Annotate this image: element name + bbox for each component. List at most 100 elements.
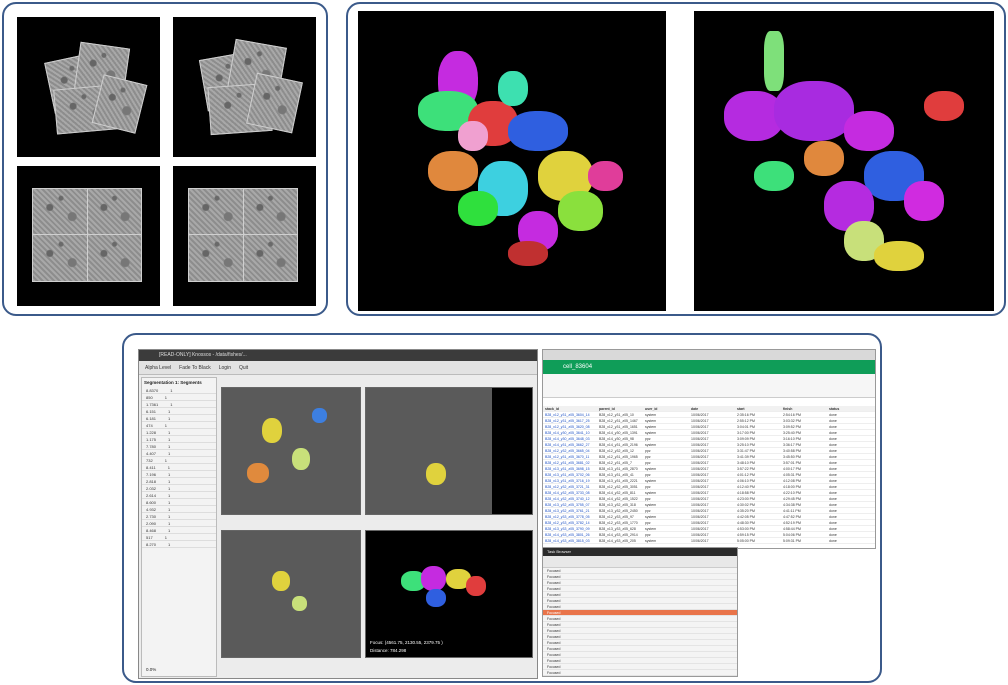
stack-link[interactable]: B28_x13_y33_z05_3790_09: [543, 526, 597, 531]
table-cell: 4:47:52 PM: [783, 515, 801, 519]
table-cell: 10/06/2017: [691, 455, 709, 459]
table-cell: done: [829, 425, 837, 429]
list-item[interactable]: 850 1: [142, 394, 216, 401]
table-cell: done: [829, 503, 837, 507]
table-cell: 4:42:05 PM: [737, 515, 755, 519]
list-item[interactable]: 8.600 1: [142, 499, 216, 506]
table-cell: 10/06/2017: [691, 449, 709, 453]
table-cell: 4:00:17 PM: [783, 467, 801, 471]
table-cell: 10/06/2017: [691, 539, 709, 543]
list-item[interactable]: 8.411 1: [142, 464, 216, 471]
dialog-row[interactable]: Focused: [543, 670, 737, 676]
view-3d[interactable]: Focus: (4561.75, 2130.55, 2379.75 ) Dist…: [365, 530, 533, 658]
table-cell: system: [645, 503, 657, 507]
mosaic-1: [17, 17, 160, 157]
table-cell: system: [645, 431, 657, 435]
alpha-level-label[interactable]: Alpha Level: [145, 361, 171, 374]
table-cell: 10/06/2017: [691, 503, 709, 507]
login-button[interactable]: Login: [219, 361, 231, 374]
stack-link[interactable]: B28_x14_y32_z05_3740_12: [543, 496, 597, 501]
table-cell: 10/06/2017: [691, 479, 709, 483]
table-cell: 10/06/2017: [691, 461, 709, 465]
stack-link[interactable]: B28_x14_y33_z05_3801_26: [543, 532, 597, 537]
dialog-title: Task Browser: [543, 548, 737, 556]
stack-link[interactable]: B28_x12_y31_z05_3617_25: [543, 418, 597, 423]
list-item[interactable]: 4.407 1: [142, 450, 216, 457]
stack-link[interactable]: B28_x13_y32_z05_3755_07: [543, 502, 597, 507]
spreadsheet-window: cell_83604 stack_id parent_id user_id da…: [542, 349, 876, 549]
view-zy[interactable]: [365, 387, 533, 515]
list-item[interactable]: 1.228 1: [142, 429, 216, 436]
table-cell: 10/06/2017: [691, 521, 709, 525]
table-cell: 4:12:40 PM: [737, 485, 755, 489]
table-cell: 4:58:44 PM: [783, 527, 801, 531]
table-cell: 3:16:10 PM: [783, 437, 801, 441]
stack-link[interactable]: B28_x12_y31_z05_3620_08: [543, 424, 597, 429]
table-cell: 10/06/2017: [691, 527, 709, 531]
table-cell: done: [829, 461, 837, 465]
stack-link[interactable]: B28_x13_y32_z05_3761_21: [543, 508, 597, 513]
stack-link[interactable]: B28_x12_y32_z05_3665_04: [543, 448, 597, 453]
list-item[interactable]: 1.175 1: [142, 436, 216, 443]
stack-link[interactable]: B28_x14_y33_z05_3815_03: [543, 538, 597, 543]
table-cell: done: [829, 521, 837, 525]
table-cell: 3:40:58 PM: [783, 449, 801, 453]
fade-black-button[interactable]: Fade To Black: [179, 361, 211, 374]
stack-link[interactable]: B28_x13_y31_z05_3702_06: [543, 472, 597, 477]
table-cell: ppz: [645, 449, 651, 453]
table-cell: B28_x14_y30_z05_1391: [599, 431, 638, 435]
stack-link[interactable]: B28_x14_y30_z05_3641_10: [543, 430, 597, 435]
stack-link[interactable]: B28_x13_y31_z05_3716_19: [543, 478, 597, 483]
stack-link[interactable]: B28_x12_y31_z05_3681_02: [543, 460, 597, 465]
table-cell: B28_x13_y31_z05_2221: [599, 479, 638, 483]
list-item[interactable]: 2.614 1: [142, 492, 216, 499]
list-item[interactable]: 1.7361 1: [142, 401, 216, 408]
table-cell: done: [829, 449, 837, 453]
stack-link[interactable]: B28_x12_y32_z05_3721_31: [543, 484, 597, 489]
view-xy[interactable]: [221, 387, 361, 515]
table-cell: 3:25:40 PM: [783, 431, 801, 435]
table-cell: B28_x14_y33_z05_2914: [599, 533, 638, 537]
mosaic-2: [173, 17, 316, 157]
list-item[interactable]: 2.730 1: [142, 513, 216, 520]
stack-link[interactable]: B28_x13_y31_z05_3698_15: [543, 466, 597, 471]
view-xz[interactable]: [221, 530, 361, 658]
list-item[interactable]: 6.181 1: [142, 415, 216, 422]
list-item[interactable]: 2.818 1: [142, 478, 216, 485]
table-cell: 4:29:45 PM: [783, 497, 801, 501]
distance-readout: Distance: 784.298: [370, 648, 407, 653]
stack-link[interactable]: B28_x14_y32_z05_3733_08: [543, 490, 597, 495]
table-cell: B28_x13_y32_z05_318: [599, 503, 636, 507]
stack-link[interactable]: B28_x12_y31_z05_3604_14: [543, 412, 597, 417]
stack-link[interactable]: B28_x12_y33_z05_3782_14: [543, 520, 597, 525]
list-item[interactable]: 2.090 1: [142, 520, 216, 527]
list-item[interactable]: 4.932 1: [142, 506, 216, 513]
table-row[interactable]: B28_x14_y33_z05_3815_03 B28_x14_y33_z05_2…: [543, 538, 875, 544]
list-item[interactable]: 2.032 1: [142, 485, 216, 492]
table-cell: B28_x14_y32_z05_1522: [599, 497, 638, 501]
table-cell: done: [829, 497, 837, 501]
table-cell: B28_x12_y32_z05_12: [599, 449, 634, 453]
list-item[interactable]: 517 1: [142, 534, 216, 541]
list-item[interactable]: 8.8370 1: [142, 387, 216, 394]
list-item[interactable]: 7.196 1: [142, 471, 216, 478]
quit-button[interactable]: Quit: [239, 361, 248, 374]
list-item[interactable]: 732 1: [142, 457, 216, 464]
reconstruction-panel: [346, 2, 1006, 316]
stack-link[interactable]: B28_x12_y31_z05_3670_11: [543, 454, 597, 459]
list-item[interactable]: 8.468 1: [142, 527, 216, 534]
table-cell: 3:41:39 PM: [737, 455, 755, 459]
stack-link[interactable]: B28_x12_y33_z05_3778_05: [543, 514, 597, 519]
stack-link[interactable]: B28_x14_y30_z05_3648_03: [543, 436, 597, 441]
table-cell: 4:01:12 PM: [737, 473, 755, 477]
table-cell: 5:09:31 PM: [783, 539, 801, 543]
stack-link[interactable]: B28_x14_y31_z05_3662_27: [543, 442, 597, 447]
table-cell: B28_x12_y31_z05_7: [599, 461, 632, 465]
list-item[interactable]: 7.780 1: [142, 443, 216, 450]
table-cell: done: [829, 419, 837, 423]
list-item[interactable]: 8.270 1: [142, 541, 216, 548]
reconstruction-left: [358, 11, 666, 311]
list-item[interactable]: 6.151 1: [142, 408, 216, 415]
list-item[interactable]: 474 1: [142, 422, 216, 429]
table-cell: system: [645, 467, 657, 471]
